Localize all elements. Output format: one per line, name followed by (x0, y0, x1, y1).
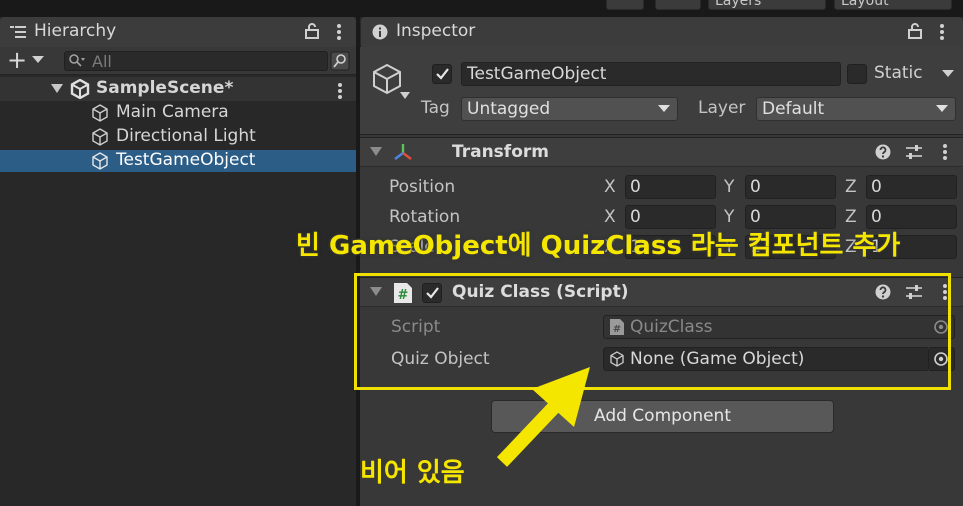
layers-dropdown[interactable]: Layers (708, 0, 826, 10)
scene-menu-icon[interactable] (336, 81, 344, 101)
gameobject-large-icon[interactable] (370, 62, 404, 96)
transform-menu-icon[interactable] (941, 142, 949, 162)
lock-icon[interactable] (305, 23, 319, 39)
annotation-arrow-icon (496, 367, 590, 467)
expand-arrow-icon[interactable] (51, 84, 63, 94)
presets-icon[interactable] (905, 144, 923, 160)
tag-dropdown-arrow-icon (658, 105, 670, 112)
annotation-highlight-box (354, 273, 951, 390)
hierarchy-list-icon (10, 26, 26, 38)
object-header (360, 47, 963, 135)
unity-scene-icon (70, 79, 90, 99)
hierarchy-item-directional-light[interactable]: Directional Light (116, 126, 256, 146)
lock-icon[interactable] (908, 23, 922, 39)
checkmark-icon (436, 68, 449, 80)
help-icon[interactable] (875, 144, 891, 160)
account-button[interactable] (606, 0, 644, 10)
static-label: Static (874, 63, 923, 83)
layer-label: Layer (698, 98, 746, 118)
hierarchy-item-testgameobject[interactable]: TestGameObject (116, 150, 255, 170)
annotation-empty-note: 비어 있음 (360, 458, 465, 488)
position-label: Position (389, 177, 456, 197)
position-z-input[interactable]: 0 (866, 175, 957, 199)
layer-dropdown-arrow-icon (936, 105, 948, 112)
layer-dropdown[interactable]: Default (756, 97, 956, 121)
gameobject-cube-icon (92, 152, 108, 170)
hierarchy-item-main-camera[interactable]: Main Camera (116, 102, 229, 122)
search-placeholder: All (92, 52, 112, 71)
rotation-y-label[interactable]: Y (724, 207, 734, 227)
rotation-x-label[interactable]: X (604, 207, 616, 227)
scene-name: SampleScene* (96, 78, 234, 98)
inspector-tab-label: Inspector (396, 21, 476, 41)
rotation-z-label[interactable]: Z (845, 207, 857, 227)
transform-title: Transform (452, 142, 549, 162)
search-by-type-icon[interactable] (330, 51, 350, 71)
tag-label: Tag (421, 98, 450, 118)
icon-dropdown-arrow-icon[interactable] (400, 92, 410, 100)
hierarchy-menu-icon[interactable] (335, 22, 343, 42)
inspector-menu-icon[interactable] (938, 22, 946, 42)
collapse-arrow-icon[interactable] (370, 147, 382, 157)
object-name-input[interactable]: TestGameObject (461, 62, 841, 86)
info-icon (372, 24, 388, 40)
transform-header[interactable] (360, 137, 963, 167)
layout-dropdown[interactable]: Layout (834, 0, 952, 10)
hierarchy-tab-label: Hierarchy (34, 21, 117, 41)
position-x-label[interactable]: X (604, 177, 616, 197)
transform-axis-icon (394, 144, 412, 160)
search-icon (69, 54, 85, 67)
static-checkbox[interactable] (847, 64, 867, 84)
gameobject-cube-icon (92, 128, 108, 146)
add-button[interactable]: + (7, 46, 27, 74)
position-y-input[interactable]: 0 (745, 175, 836, 199)
static-dropdown-arrow-icon[interactable] (942, 70, 954, 78)
position-x-input[interactable]: 0 (625, 175, 716, 199)
rotation-label: Rotation (389, 207, 461, 227)
tag-dropdown[interactable]: Untagged (461, 97, 678, 121)
annotation-headline: 빈 GameObject에 QuizClass 라는 컴포넌트 추가 (296, 231, 901, 261)
position-y-label[interactable]: Y (724, 177, 734, 197)
position-z-label[interactable]: Z (845, 177, 857, 197)
gameobject-cube-icon (92, 104, 108, 122)
search-button[interactable] (655, 0, 701, 10)
add-dropdown-arrow-icon[interactable] (32, 56, 44, 64)
